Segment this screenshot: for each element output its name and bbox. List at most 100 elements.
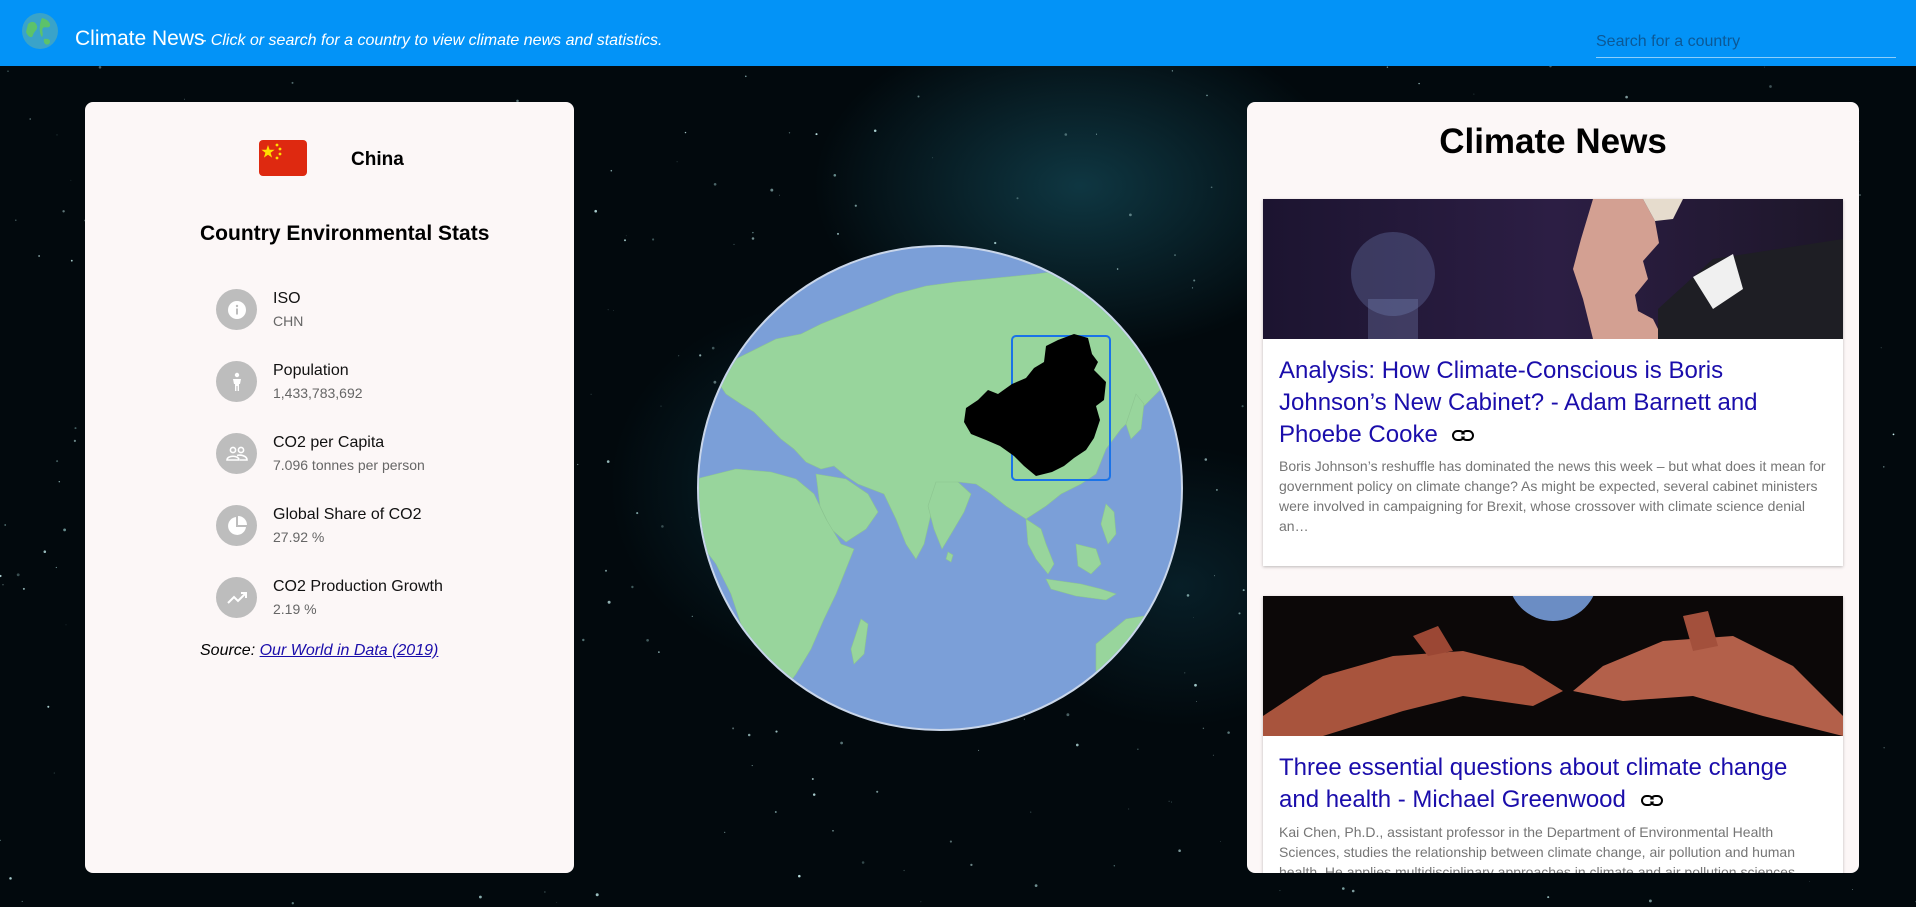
star bbox=[43, 550, 47, 553]
star bbox=[745, 75, 747, 78]
star bbox=[932, 157, 934, 159]
star bbox=[1648, 899, 1652, 903]
star bbox=[903, 869, 905, 872]
star bbox=[779, 194, 780, 196]
star bbox=[713, 182, 717, 186]
star bbox=[21, 900, 23, 902]
star bbox=[1883, 466, 1885, 468]
star bbox=[1171, 801, 1172, 803]
star bbox=[770, 188, 774, 192]
stat-value: 1,433,783,692 bbox=[273, 385, 363, 401]
star bbox=[636, 512, 639, 515]
star bbox=[660, 405, 662, 407]
star bbox=[798, 874, 801, 878]
star bbox=[184, 98, 185, 100]
stat-co2-per-capita: CO2 per Capita 7.096 tonnes per person bbox=[216, 433, 516, 493]
star bbox=[876, 790, 879, 793]
star bbox=[1193, 616, 1194, 618]
star bbox=[607, 600, 611, 604]
star bbox=[1279, 890, 1281, 892]
star bbox=[1238, 612, 1241, 615]
earth-logo-icon[interactable] bbox=[21, 12, 59, 50]
star bbox=[1016, 197, 1019, 200]
star bbox=[1852, 888, 1854, 890]
stats-heading: Country Environmental Stats bbox=[200, 222, 490, 245]
star bbox=[38, 255, 40, 257]
star bbox=[678, 355, 680, 357]
star bbox=[0, 839, 1, 842]
star bbox=[652, 238, 655, 241]
star bbox=[747, 733, 751, 737]
news-title[interactable]: Analysis: How Climate-Conscious is Boris… bbox=[1279, 355, 1809, 451]
stat-label: CO2 Production Growth bbox=[273, 578, 443, 595]
app-title: Climate News bbox=[75, 27, 205, 50]
star bbox=[63, 528, 67, 532]
link-icon[interactable] bbox=[1640, 794, 1663, 808]
star bbox=[1186, 594, 1190, 597]
news-title[interactable]: Three essential questions about climate … bbox=[1279, 752, 1809, 816]
star bbox=[1206, 94, 1208, 97]
star bbox=[1227, 731, 1230, 734]
star bbox=[1547, 896, 1550, 899]
star bbox=[623, 239, 627, 242]
star bbox=[1030, 811, 1032, 813]
app-header: Climate News - Click or search for a cou… bbox=[0, 0, 1916, 66]
star bbox=[1549, 66, 1552, 68]
person-icon bbox=[216, 361, 257, 402]
country-search bbox=[1596, 28, 1896, 58]
star bbox=[1351, 889, 1355, 893]
star bbox=[691, 517, 692, 518]
stat-co2-growth: CO2 Production Growth 2.19 % bbox=[216, 577, 516, 637]
news-title-text[interactable]: Analysis: How Climate-Conscious is Boris… bbox=[1279, 357, 1758, 448]
stat-population: Population 1,433,783,692 bbox=[216, 361, 516, 421]
china-flag-icon bbox=[259, 140, 307, 176]
star bbox=[1341, 887, 1345, 890]
star bbox=[724, 831, 726, 834]
stat-label: ISO bbox=[273, 290, 301, 307]
star bbox=[625, 235, 627, 237]
star bbox=[751, 765, 753, 767]
star bbox=[1859, 194, 1861, 196]
star bbox=[1196, 701, 1197, 702]
star bbox=[607, 309, 609, 311]
globe[interactable] bbox=[696, 244, 1184, 732]
stat-value: 7.096 tonnes per person bbox=[273, 457, 425, 473]
source-prefix: Source: bbox=[200, 642, 256, 659]
star bbox=[811, 778, 814, 780]
star bbox=[970, 863, 973, 867]
news-title-text[interactable]: Three essential questions about climate … bbox=[1279, 754, 1787, 813]
news-card[interactable]: Analysis: How Climate-Conscious is Boris… bbox=[1263, 199, 1843, 566]
star bbox=[291, 81, 294, 84]
star bbox=[752, 231, 754, 234]
star bbox=[1129, 213, 1132, 217]
star bbox=[1625, 95, 1628, 99]
star bbox=[832, 829, 834, 832]
star bbox=[1204, 458, 1208, 461]
news-image-hands-globe[interactable] bbox=[1263, 596, 1843, 736]
star bbox=[29, 118, 31, 120]
country-search-input[interactable] bbox=[1596, 28, 1896, 56]
news-image-boris-johnson[interactable] bbox=[1263, 199, 1843, 339]
star bbox=[7, 70, 9, 72]
star bbox=[631, 585, 634, 589]
news-panel: Climate News Analysis: How Climate-Consc… bbox=[1247, 102, 1859, 873]
link-icon[interactable] bbox=[1452, 429, 1475, 443]
star bbox=[58, 480, 61, 483]
news-card[interactable]: Three essential questions about climate … bbox=[1263, 596, 1843, 873]
star bbox=[836, 232, 840, 235]
star bbox=[691, 615, 693, 617]
star bbox=[854, 204, 857, 207]
star bbox=[1215, 488, 1218, 491]
star bbox=[1095, 133, 1098, 135]
star bbox=[606, 460, 610, 463]
star bbox=[833, 174, 837, 177]
star bbox=[478, 895, 482, 899]
star bbox=[55, 566, 57, 569]
star bbox=[1184, 672, 1186, 674]
stat-value: 27.92 % bbox=[273, 529, 325, 545]
pie-chart-icon bbox=[216, 505, 257, 546]
star bbox=[610, 169, 613, 172]
star bbox=[9, 877, 12, 880]
source-link[interactable]: Our World in Data (2019) bbox=[260, 642, 439, 659]
star bbox=[949, 840, 952, 843]
